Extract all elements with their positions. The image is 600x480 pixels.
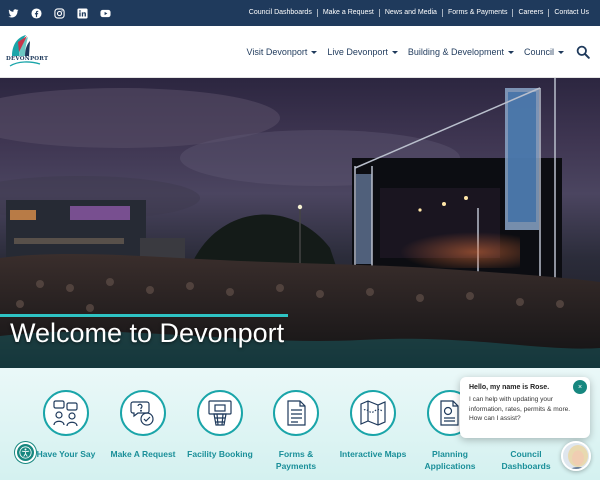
accessibility-button[interactable] bbox=[15, 442, 36, 463]
chevron-down-icon bbox=[507, 50, 514, 54]
close-icon[interactable]: × bbox=[573, 380, 587, 394]
accessibility-icon bbox=[19, 446, 32, 459]
linkedin-icon[interactable] bbox=[77, 7, 88, 19]
chevron-down-icon bbox=[558, 50, 564, 54]
utility-link-careers[interactable]: Careers bbox=[512, 9, 548, 17]
nav-label: Building & Development bbox=[407, 47, 504, 57]
quick-link-label: Make A Request bbox=[110, 449, 176, 459]
youtube-icon[interactable] bbox=[100, 8, 111, 19]
document-icon bbox=[287, 400, 306, 426]
devonport-logo[interactable]: DEVONPORT bbox=[6, 32, 49, 72]
quick-link-label: Council Dashboards bbox=[501, 449, 551, 471]
quick-link-ring bbox=[197, 390, 243, 436]
utility-link-forms-payments[interactable]: Forms & Payments bbox=[441, 9, 513, 17]
basketball-hoop-icon bbox=[208, 400, 232, 426]
chat-message: I can help with updating your informatio… bbox=[469, 396, 571, 422]
chat-avatar[interactable] bbox=[561, 441, 591, 471]
hero-accent-line bbox=[0, 314, 288, 317]
quick-link-ring bbox=[273, 390, 319, 436]
chevron-down-icon bbox=[311, 50, 318, 54]
hero-banner: Welcome to Devonport bbox=[0, 78, 600, 368]
main-nav: Visit Devonport Live Devonport Building … bbox=[247, 26, 564, 78]
quick-link-ring bbox=[43, 390, 89, 436]
chat-title: Hello, my name is Rose. bbox=[469, 384, 550, 391]
utility-link-news-and-media[interactable]: News and Media bbox=[378, 9, 442, 17]
nav-council[interactable]: Council bbox=[524, 47, 564, 57]
social-links bbox=[6, 7, 111, 19]
sail-logo-icon bbox=[9, 35, 41, 67]
chevron-down-icon bbox=[391, 50, 398, 54]
quick-link-label: Have Your Say bbox=[36, 449, 96, 459]
twitter-icon[interactable] bbox=[8, 8, 19, 19]
quick-link-have-your-say[interactable]: Have Your Say bbox=[31, 390, 101, 460]
nav-label: Visit Devonport bbox=[246, 47, 308, 57]
quick-link-ring bbox=[350, 390, 396, 436]
quick-link-facility-booking[interactable]: Facility Booking bbox=[185, 390, 255, 460]
nav-live-devonport[interactable]: Live Devonport bbox=[327, 47, 398, 57]
instagram-icon[interactable] bbox=[54, 7, 65, 19]
facebook-icon[interactable] bbox=[31, 7, 42, 19]
quick-link-label: Interactive Maps bbox=[339, 449, 407, 459]
hero-title: Welcome to Devonport bbox=[10, 318, 285, 348]
site-header: DEVONPORT Visit Devonport Live Devonport… bbox=[0, 26, 600, 78]
quick-link-forms-payments[interactable]: Forms & Payments bbox=[261, 390, 331, 472]
quick-link-interactive-maps[interactable]: Interactive Maps bbox=[338, 390, 408, 460]
nav-label: Council bbox=[523, 47, 554, 57]
utility-link-contact-us[interactable]: Contact Us bbox=[548, 9, 594, 17]
logo-text: DEVONPORT bbox=[6, 56, 49, 62]
quick-link-label: Planning Applications bbox=[424, 449, 476, 471]
quick-link-label: Facility Booking bbox=[187, 449, 253, 459]
quick-link-make-a-request[interactable]: Make A Request bbox=[108, 390, 178, 460]
search-icon[interactable] bbox=[576, 45, 590, 59]
utility-link-council-dashboards[interactable]: Council Dashboards bbox=[244, 9, 317, 17]
chat-bubble[interactable]: Hello, my name is Rose. I can help with … bbox=[460, 377, 590, 438]
nav-visit-devonport[interactable]: Visit Devonport bbox=[247, 47, 318, 57]
quick-link-ring bbox=[120, 390, 166, 436]
question-check-icon bbox=[130, 401, 154, 426]
nav-label: Live Devonport bbox=[327, 47, 388, 57]
quick-link-label: Forms & Payments bbox=[275, 449, 317, 471]
utility-bar: Council Dashboards Make a Request News a… bbox=[0, 0, 600, 26]
nav-building-development[interactable]: Building & Development bbox=[408, 47, 514, 57]
utility-links: Council Dashboards Make a Request News a… bbox=[244, 9, 594, 17]
map-icon bbox=[360, 400, 386, 426]
utility-link-make-a-request[interactable]: Make a Request bbox=[316, 9, 379, 17]
people-chat-icon bbox=[53, 400, 78, 427]
